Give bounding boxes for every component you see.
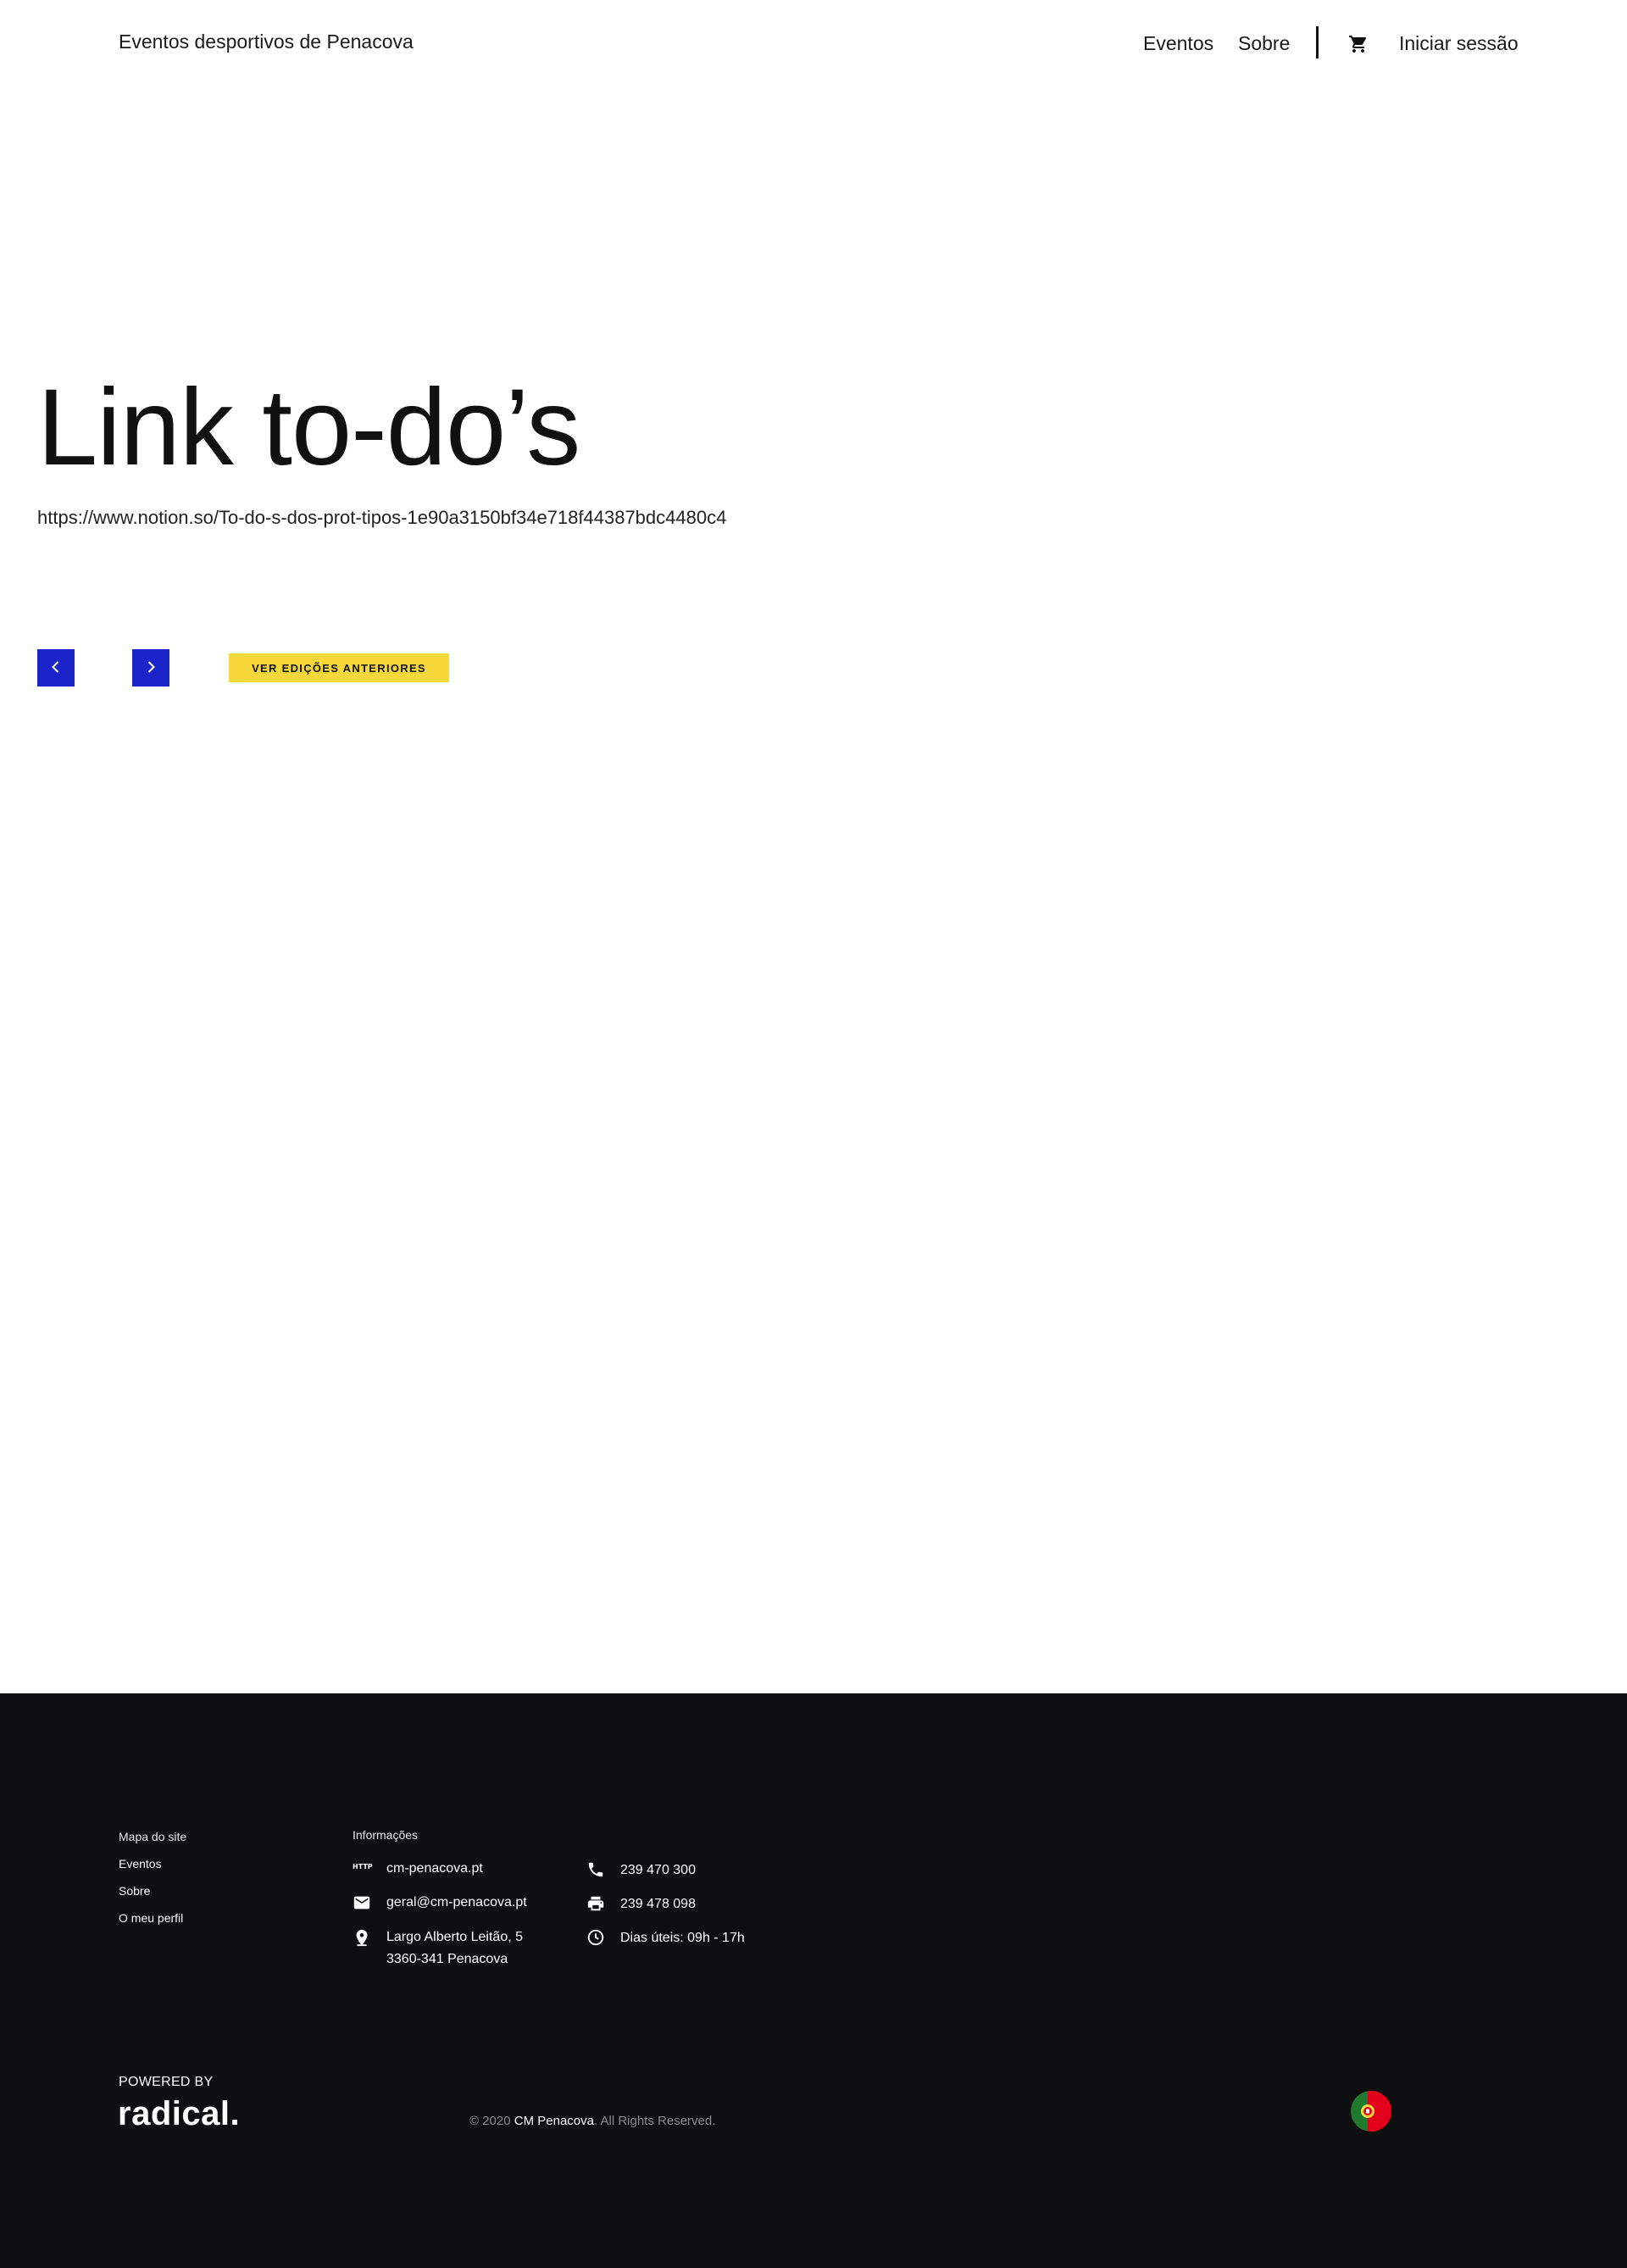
address-line-2: 3360-341 Penacova [386,1952,508,1966]
page-title: Link to-do’s [37,367,580,488]
fax-printer-icon [586,1894,605,1913]
nav-eventos[interactable]: Eventos [1143,32,1213,55]
copyright-brand[interactable]: CM Penacova [514,2114,594,2128]
previous-editions-button[interactable]: VER EDIÇÕES ANTERIORES [229,653,449,682]
site-footer: Mapa do site Eventos Sobre O meu perfil … [0,1693,1627,2268]
next-button[interactable] [132,649,169,687]
opening-hours: Dias úteis: 09h - 17h [620,1931,745,1945]
previous-button[interactable] [37,649,75,687]
phone-icon [586,1860,605,1879]
http-icon: HTTP [353,1860,375,1879]
chevron-right-icon [142,659,159,678]
shopping-cart-icon[interactable] [1348,34,1369,54]
copyright-prefix: © 2020 [469,2114,514,2128]
powered-by-label: POWERED BY [119,2075,214,2089]
phone-number[interactable]: 239 470 300 [620,1859,696,1882]
footer-link-sobre[interactable]: Sobre [119,1884,150,1898]
info-heading: Informações [353,1828,419,1842]
footer-link-eventos[interactable]: Eventos [119,1857,162,1871]
location-icon [353,1928,371,1947]
email-icon [353,1893,371,1912]
copyright-suffix: . All Rights Reserved. [593,2114,716,2128]
copyright: © 2020 CM Penacova. All Rights Reserved. [469,2114,715,2128]
svg-text:HTTP: HTTP [353,1863,373,1871]
site-header: Eventos desportivos de Penacova Eventos … [0,0,1627,88]
nav-sobre[interactable]: Sobre [1238,32,1290,55]
sitemap-heading: Mapa do site [119,1830,187,1843]
portugal-flag-icon[interactable] [1351,2091,1391,2132]
address-line-1: Largo Alberto Leitão, 5 [386,1930,524,1944]
email-link[interactable]: geral@cm-penacova.pt [386,1892,527,1914]
footer-link-profile[interactable]: O meu perfil [119,1911,183,1925]
clock-icon [586,1928,605,1947]
chevron-left-icon [47,659,64,678]
notion-link[interactable]: https://www.notion.so/To-do-s-dos-prot-t… [37,507,726,529]
website-link[interactable]: cm-penacova.pt [386,1858,483,1880]
radical-logo[interactable]: radical. [118,2095,240,2133]
nav-divider [1316,26,1319,58]
site-title[interactable]: Eventos desportivos de Penacova [119,31,414,53]
nav-login[interactable]: Iniciar sessão [1399,32,1519,55]
fax-number: 239 478 098 [620,1897,696,1911]
